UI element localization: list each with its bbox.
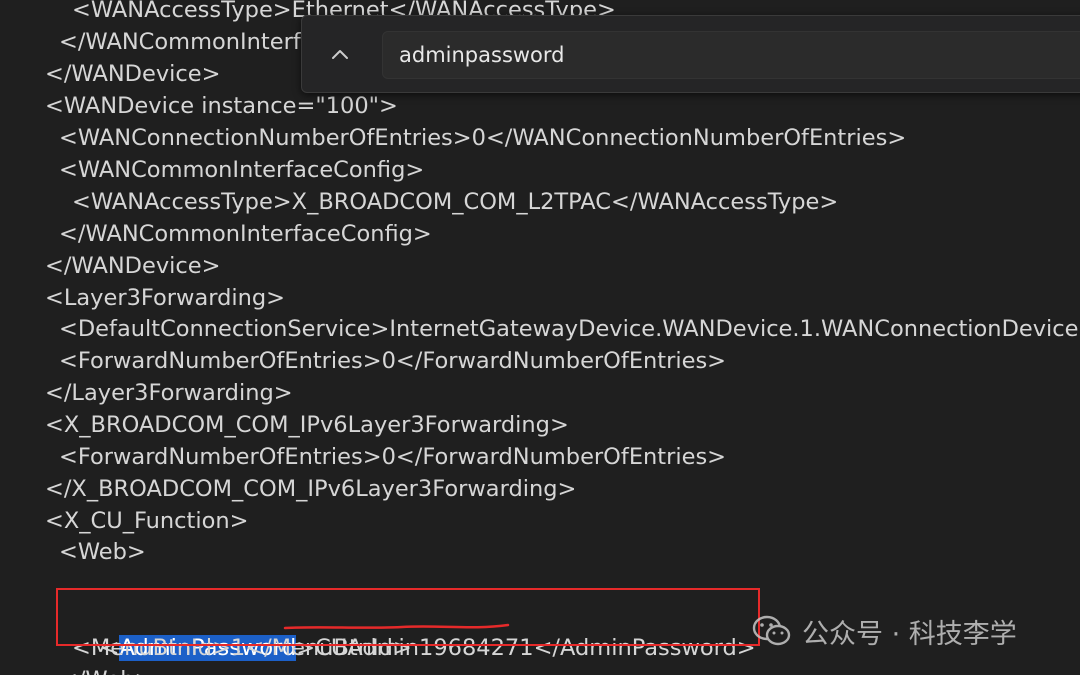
code-line: <ForwardNumberOfEntries>0</ForwardNumber… [59,348,727,374]
code-line: </Layer3Forwarding> [45,380,293,406]
code-line: <WANAccessType>X_BROADCOM_COM_L2TPAC</WA… [72,189,839,215]
code-line: <X_BROADCOM_COM_IPv6Layer3Forwarding> [45,412,569,438]
code-editor[interactable]: <WANAccessType>Ethernet</WANAccessType> … [0,0,1080,675]
code-line: <ForwardNumberOfEntries>0</ForwardNumber… [59,444,727,470]
watermark: 公众号 · 科技李学 [752,607,1017,655]
find-widget: adminpassword [301,15,1080,93]
end-tag: </AdminPassword> [533,635,756,661]
code-line: <WANDevice instance="100"> [45,93,398,119]
chevron-up-icon[interactable] [322,36,358,72]
code-line: <Layer3Forwarding> [45,285,286,311]
admin-password-line: <AdminPassword>CUAdmin19684271</AdminPas… [72,600,756,661]
watermark-text: 公众号 · 科技李学 [802,618,1017,650]
code-line: <DefaultConnectionService>InternetGatewa… [59,316,1080,342]
code-line: </WANCommonInterfaceConfig> [59,221,432,247]
find-input[interactable]: adminpassword [382,31,1080,79]
code-line: </X_BROADCOM_COM_IPv6Layer3Forwarding> [45,476,577,502]
code-line: <MenuBtnId>1</MenuBtnId> [72,635,412,661]
code-line: </WANDevice> [45,253,221,279]
code-line: <Web> [59,539,146,565]
wechat-icon [752,615,791,646]
code-line: <WANCommonInterfaceConfig> [59,157,425,183]
code-line: </WANDevice> [45,61,221,87]
code-line: </Web> [59,664,153,675]
code-line: <WANConnectionNumberOfEntries>0</WANConn… [59,125,907,151]
code-line: <X_CU_Function> [45,508,249,534]
